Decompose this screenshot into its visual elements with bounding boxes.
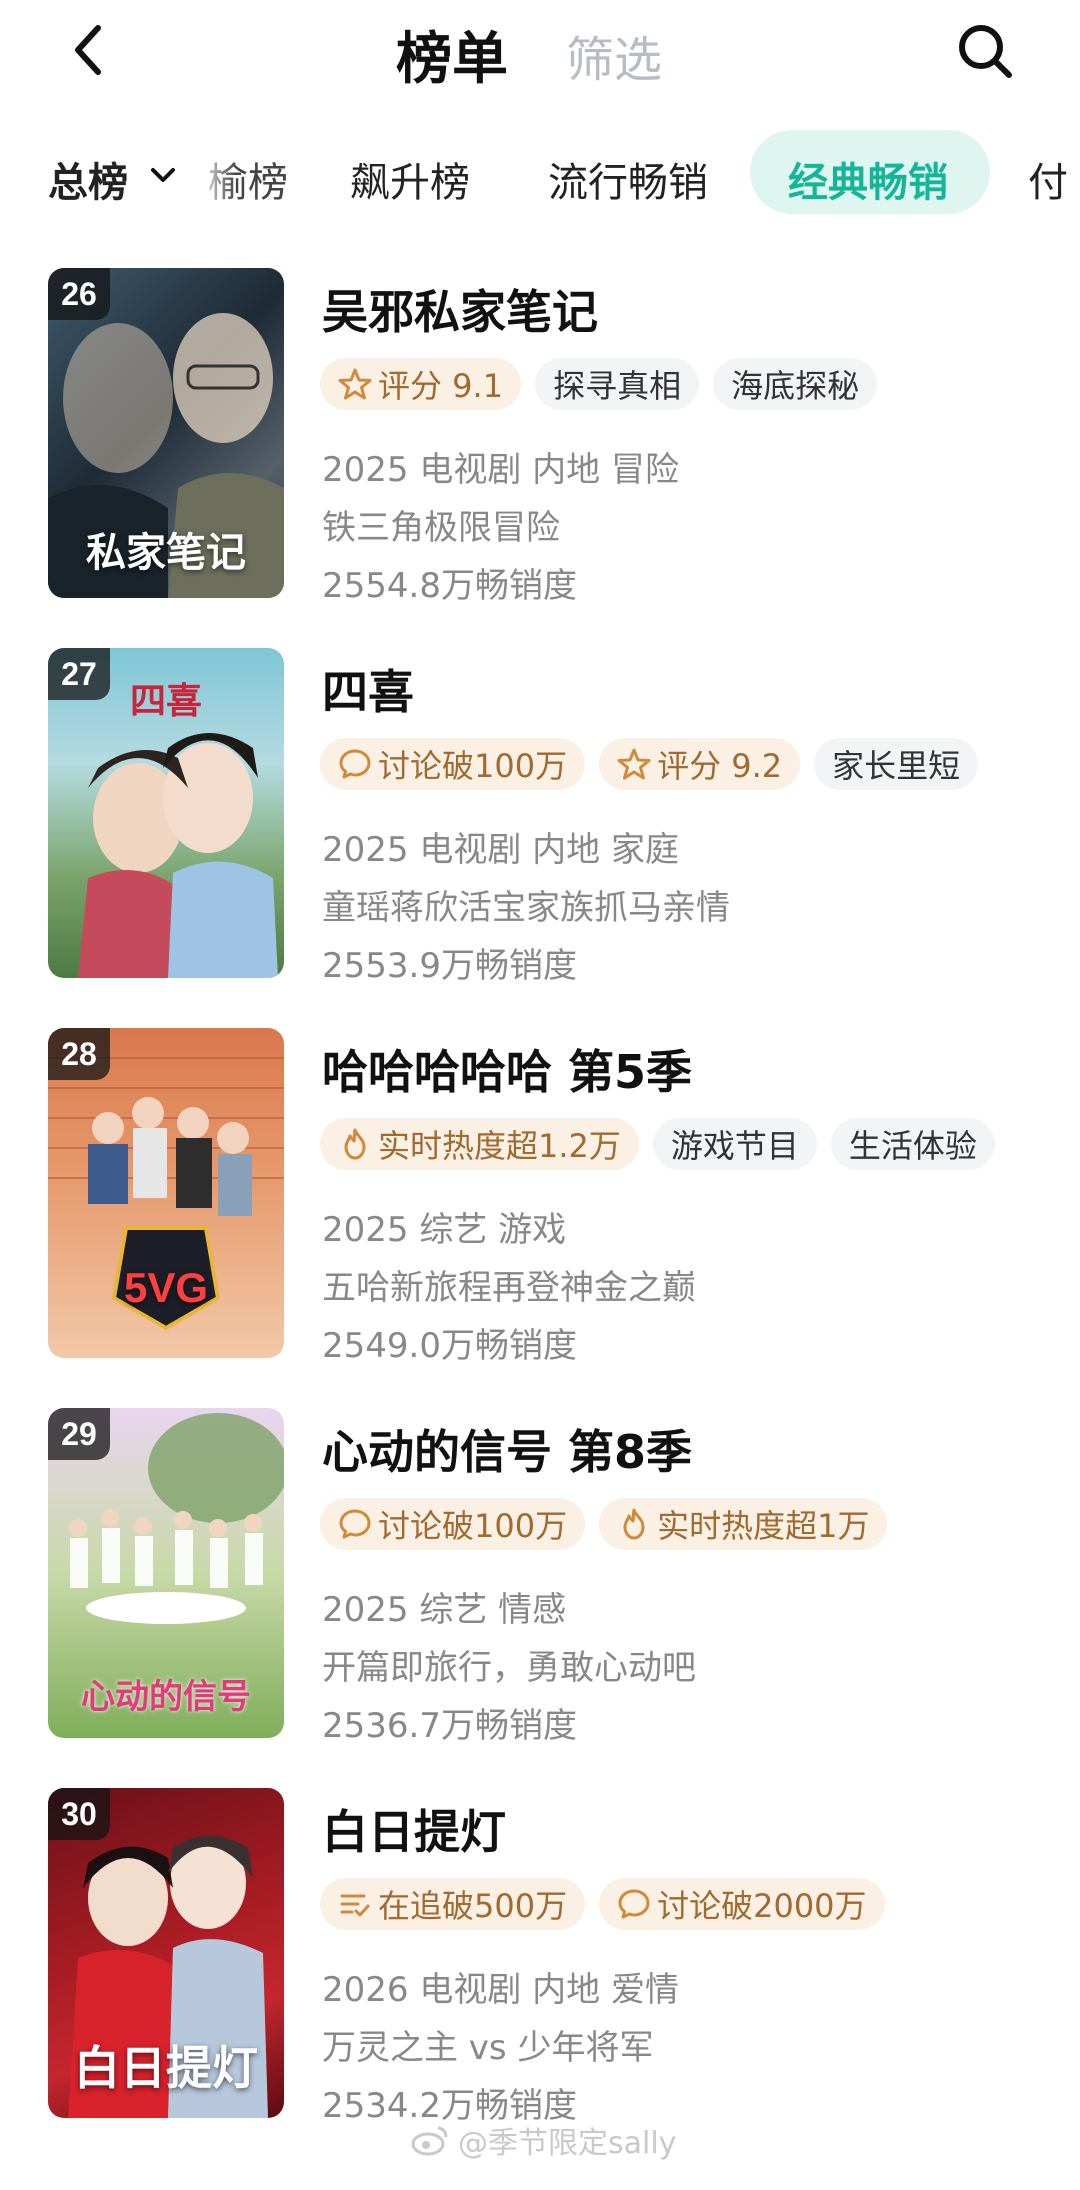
- tab-total[interactable]: 总榜: [48, 150, 128, 208]
- item-description: 五哈新旅程再登神金之巅: [322, 1268, 696, 1308]
- star-icon: [617, 748, 651, 780]
- tag-label: 游戏节目: [652, 1118, 817, 1170]
- item-meta: 2025 电视剧 内地 冒险: [322, 450, 679, 490]
- category-tabs: 总榜 榆榜 飙升榜 流行畅销 经典畅销 付: [0, 130, 1080, 220]
- tab-paid[interactable]: 付: [1028, 150, 1068, 208]
- tag-discussion: 讨论破100万: [320, 738, 586, 790]
- item-description: 童瑶蒋欣活宝家族抓马亲情: [322, 888, 730, 928]
- poster-image[interactable]: 28 5VG: [48, 1028, 284, 1358]
- tag-heat: 实时热度超1万: [599, 1498, 888, 1550]
- tag-rating: 评分 9.2: [599, 738, 801, 790]
- comment-icon: [339, 749, 371, 779]
- list-item[interactable]: 28 5VG 哈哈哈哈哈 第5季 实时热度超1.2万 游戏节目 生活体验 202…: [0, 1028, 1080, 1368]
- item-description: 万灵之主 vs 少年将军: [322, 2028, 654, 2068]
- item-meta: 2025 综艺 游戏: [322, 1210, 567, 1250]
- tab-classic[interactable]: 经典畅销: [788, 150, 948, 208]
- tag-row: 实时热度超1.2万 游戏节目 生活体验: [320, 1118, 995, 1170]
- flame-icon: [623, 1508, 645, 1540]
- watermark: @季节限定sally: [410, 2118, 676, 2162]
- tag-label: 海底探秘: [713, 358, 878, 410]
- poster-image[interactable]: 27 四喜: [48, 648, 284, 978]
- tag-following: 在追破500万: [320, 1878, 586, 1930]
- tag-row: 在追破500万 讨论破2000万: [320, 1878, 885, 1930]
- tag-row: 讨论破100万 评分 9.2 家长里短: [320, 738, 979, 790]
- item-meta: 2025 综艺 情感: [322, 1590, 567, 1630]
- item-title[interactable]: 哈哈哈哈哈 第5季: [322, 1036, 692, 1102]
- item-title[interactable]: 白日提灯: [322, 1796, 506, 1862]
- list-icon: [340, 1894, 370, 1917]
- tag-label: 探寻真相: [535, 358, 700, 410]
- filter-tab[interactable]: 筛选: [566, 20, 662, 90]
- search-icon: [959, 25, 1012, 78]
- page-title[interactable]: 榜单: [396, 14, 508, 95]
- tag-discussion: 讨论破2000万: [599, 1878, 885, 1930]
- tab-popular[interactable]: 流行畅销: [548, 150, 708, 208]
- rank-badge: 30: [48, 1788, 110, 1840]
- back-button[interactable]: [58, 20, 118, 80]
- list-item[interactable]: 27 四喜 四喜 讨论破100万 评分 9.2 家长里短 2025 电视剧 内地…: [0, 648, 1080, 988]
- tab-rising[interactable]: 飙升榜: [350, 150, 470, 208]
- tag-row: 讨论破100万 实时热度超1万: [320, 1498, 888, 1550]
- poster-caption: 心动的信号: [81, 1677, 251, 1717]
- tag-heat: 实时热度超1.2万: [320, 1118, 639, 1170]
- poster-caption: 白日提灯: [74, 2041, 258, 2095]
- header-bar: 榜单 筛选: [0, 0, 1080, 110]
- rank-badge: 26: [48, 268, 110, 320]
- poster-image[interactable]: 29 心动的信号: [48, 1408, 284, 1738]
- chevron-left-icon: [75, 25, 101, 75]
- list-item[interactable]: 26 私家笔记 吴邪私家笔记 评分 9.1 探寻真相 海底探秘 2025 电视剧…: [0, 268, 1080, 608]
- tag-row: 评分 9.1 探寻真相 海底探秘: [320, 358, 878, 410]
- poster-image[interactable]: 26 私家笔记: [48, 268, 284, 598]
- comment-icon: [339, 1509, 371, 1539]
- item-sales: 2536.7万畅销度: [322, 1706, 577, 1746]
- item-sales: 2553.9万畅销度: [322, 946, 577, 986]
- tab-fade: [196, 130, 236, 220]
- tag-label: 家长里短: [814, 738, 979, 790]
- list-item[interactable]: 30 白日提灯 白日提灯 在追破500万 讨论破2000万 2026 电视剧 内…: [0, 1788, 1080, 2128]
- comment-icon: [618, 1889, 650, 1919]
- poster-caption: 四喜: [129, 680, 202, 722]
- item-meta: 2026 电视剧 内地 爱情: [322, 1970, 679, 2010]
- poster-caption: 5VG: [123, 1264, 209, 1311]
- item-title[interactable]: 四喜: [322, 656, 414, 722]
- search-button[interactable]: [950, 16, 1020, 86]
- tag-discussion: 讨论破100万: [320, 1498, 586, 1550]
- poster-image[interactable]: 30 白日提灯: [48, 1788, 284, 2118]
- rank-badge: 29: [48, 1408, 110, 1460]
- item-meta: 2025 电视剧 内地 家庭: [322, 830, 679, 870]
- item-description: 铁三角极限冒险: [322, 508, 560, 548]
- item-title[interactable]: 心动的信号 第8季: [322, 1416, 692, 1482]
- item-title[interactable]: 吴邪私家笔记: [322, 276, 598, 342]
- tag-rating: 评分 9.1: [320, 358, 522, 410]
- weibo-icon: [411, 2126, 448, 2156]
- tag-label: 生活体验: [830, 1118, 995, 1170]
- chevron-down-icon[interactable]: [148, 160, 178, 190]
- item-sales: 2554.8万畅销度: [322, 566, 577, 606]
- star-icon: [338, 368, 372, 400]
- flame-icon: [344, 1128, 366, 1160]
- rank-badge: 28: [48, 1028, 110, 1080]
- item-description: 开篇即旅行，勇敢心动吧: [322, 1648, 696, 1688]
- poster-caption: 私家笔记: [86, 529, 246, 576]
- item-sales: 2549.0万畅销度: [322, 1326, 577, 1366]
- list-item[interactable]: 29 心动的信号 心动的信号 第8季 讨论破100万 实时热度超1万 2025 …: [0, 1408, 1080, 1748]
